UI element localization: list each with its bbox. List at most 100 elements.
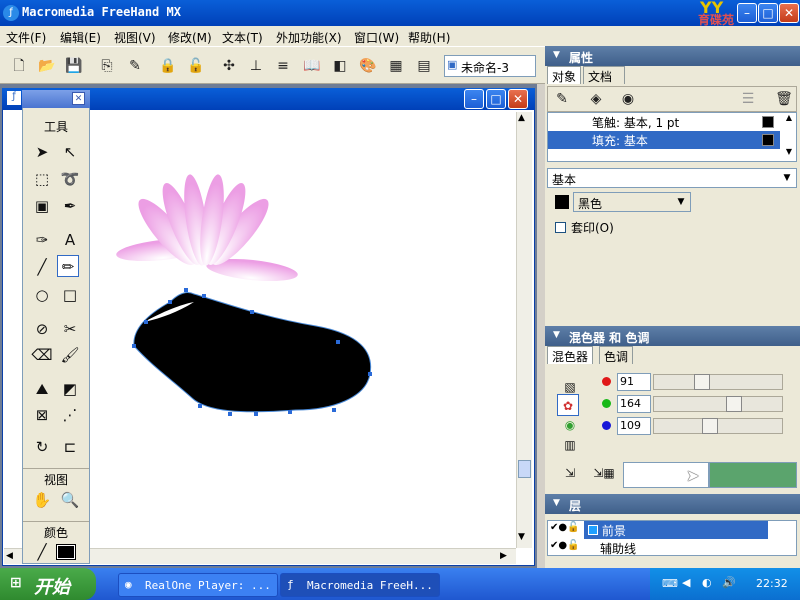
overprint-checkbox[interactable] [555, 222, 566, 233]
line-tool-icon[interactable]: ╱ [31, 256, 53, 278]
list-scroll-down-icon[interactable]: ▼ [782, 147, 796, 161]
fill-type-select[interactable]: 基本 ▼ [547, 168, 797, 188]
text-tool-icon[interactable]: A [59, 229, 81, 251]
scroll-up-icon[interactable]: ▲ [518, 113, 525, 123]
network-icon[interactable]: ◐ [702, 576, 712, 589]
doc-maximize-button[interactable]: □ [486, 89, 506, 109]
taskbar-item-freehand[interactable]: ƒ Macromedia FreeH... [280, 573, 440, 597]
stroke-row[interactable]: 笔触: 基本, 1 pt [548, 113, 778, 131]
start-button[interactable]: ⊞ 开始 [0, 568, 96, 600]
vertical-scrollbar[interactable]: ▲ ▼ [516, 112, 532, 548]
menu-help[interactable]: 帮助(H) [408, 29, 450, 46]
import-icon[interactable]: ⎘ [97, 56, 117, 76]
trace-tool-icon[interactable]: ▣ [31, 195, 53, 217]
open-folder-icon[interactable]: 📂 [37, 56, 57, 76]
save-icon[interactable]: 💾 [64, 56, 84, 76]
menu-xtras[interactable]: 外加功能(X) [276, 29, 342, 46]
fill-swatch[interactable] [762, 134, 774, 146]
menu-file[interactable]: 文件(F) [6, 29, 46, 46]
taskbar-item-realone[interactable]: ◉ RealOne Player: ... [118, 573, 278, 597]
transform-icon[interactable]: ✣ [219, 56, 239, 76]
add-to-grid-icon[interactable]: ⇲▦ [593, 462, 615, 484]
keyboard-icon[interactable]: ⌨ [662, 577, 678, 590]
scroll-thumb[interactable] [518, 460, 531, 478]
shadow-tool-icon[interactable]: ◩ [59, 378, 81, 400]
scroll-down-icon[interactable]: ▼ [518, 532, 525, 542]
zoom-tool-icon[interactable]: 🔍 [59, 489, 81, 511]
delete-attr-icon[interactable]: 🗑 [774, 89, 794, 109]
library-icon[interactable]: ◧ [330, 56, 350, 76]
layers-panel-header[interactable]: ▼ 层 [545, 494, 800, 514]
add-stroke-icon[interactable]: ✎ [552, 89, 572, 109]
volume-icon[interactable]: 🔊 [722, 576, 736, 589]
menu-text[interactable]: 文本(T) [222, 29, 263, 46]
tab-tints[interactable]: 色调 [599, 346, 634, 364]
tray-expand-icon[interactable]: ◀ [682, 576, 690, 589]
close-button[interactable]: ✕ [779, 3, 799, 23]
mixer-panel-header[interactable]: ▼ 混色器 和 色调 [545, 326, 800, 346]
fill-row[interactable]: 填充: 基本 [548, 131, 780, 149]
green-slider[interactable] [653, 396, 783, 412]
layer-row-guides[interactable]: 辅助线 [584, 539, 768, 557]
freeform-tool-icon[interactable]: ⊘ [31, 318, 53, 340]
envelope-tool-icon[interactable]: ⊠ [31, 404, 53, 426]
mixed-color-box[interactable] [709, 462, 797, 488]
tab-mixer[interactable]: 混色器 [547, 346, 594, 364]
menu-view[interactable]: 视图(V) [114, 29, 156, 46]
hand-tool-icon[interactable]: ✋ [31, 489, 53, 511]
blue-slider-thumb[interactable] [702, 418, 718, 434]
book-icon[interactable]: 📖 [302, 56, 322, 76]
page-tool-icon[interactable]: ⬚ [31, 168, 53, 190]
eraser-tool-icon[interactable]: ⌫ [31, 344, 53, 366]
color-palette-icon[interactable]: 🎨 [358, 56, 378, 76]
doc-minimize-button[interactable]: – [464, 89, 484, 109]
duplicate-attr-icon[interactable]: ☰ [738, 89, 758, 109]
minimize-button[interactable]: – [737, 3, 757, 23]
lasso-tool-icon[interactable]: ➰ [59, 168, 81, 190]
ellipse-tool-icon[interactable]: ○ [31, 284, 53, 306]
red-slider-thumb[interactable] [694, 374, 710, 390]
menu-modify[interactable]: 修改(M) [168, 29, 212, 46]
drawing-canvas[interactable] [92, 112, 516, 548]
list-scroll-up-icon[interactable]: ▲ [782, 113, 796, 127]
properties-panel-header[interactable]: ▼ 属性 [545, 46, 800, 66]
menu-edit[interactable]: 编辑(E) [60, 29, 101, 46]
fill-color-swatch[interactable] [56, 544, 76, 560]
add-to-swatches-icon[interactable]: ⇲ [559, 462, 581, 484]
blend-tool-icon[interactable]: ⛰ [31, 378, 53, 400]
document-name-field[interactable]: ▣ 未命名-3 [444, 55, 536, 77]
tab-object[interactable]: 对象 [547, 66, 582, 84]
maximize-button[interactable]: □ [758, 3, 778, 23]
hls-mode-icon[interactable]: ◉ [559, 414, 581, 436]
doc-close-button[interactable]: ✕ [508, 89, 528, 109]
pen-tool-icon[interactable]: ✑ [31, 229, 53, 251]
paragraph-icon[interactable]: ≡ [273, 56, 293, 76]
connector-tool-icon[interactable]: ⊏ [59, 436, 81, 458]
pencil-tool-icon[interactable]: ✏ [57, 255, 79, 277]
subselect-tool-icon[interactable]: ↖ [59, 141, 81, 163]
scroll-left-icon[interactable]: ◀ [6, 551, 13, 561]
tools-close-icon[interactable]: ✕ [72, 92, 85, 105]
rotate-tool-icon[interactable]: ↻ [31, 436, 53, 458]
layer-row-foreground[interactable]: 前景 [584, 521, 768, 539]
add-effect-icon[interactable]: ◉ [618, 89, 638, 109]
tools-panel-header[interactable]: ✕ [22, 90, 90, 108]
system-color-icon[interactable]: ▥ [559, 434, 581, 456]
scroll-right-icon[interactable]: ▶ [500, 551, 507, 561]
green-slider-thumb[interactable] [726, 396, 742, 412]
grid-icon[interactable]: ▦ [386, 56, 406, 76]
layer-visible-icon[interactable]: ✔●🔓 [550, 540, 580, 551]
pointer-tool-icon[interactable]: ➤ [31, 141, 53, 163]
new-document-icon[interactable]: 🗋 [9, 56, 29, 76]
stroke-swatch[interactable] [762, 116, 774, 128]
color-select[interactable]: 黑色 ▼ [573, 192, 691, 212]
layers-icon[interactable]: ▤ [414, 56, 434, 76]
red-slider[interactable] [653, 374, 783, 390]
stroke-color-icon[interactable]: ╱ [31, 541, 53, 563]
rgb-mode-icon[interactable]: ✿ [557, 394, 579, 416]
knife-tool-icon[interactable]: ✂ [59, 318, 81, 340]
scale-tool-icon[interactable]: ⋰ [59, 404, 81, 426]
rectangle-tool-icon[interactable]: □ [59, 284, 81, 306]
export-icon[interactable]: ✎ [125, 56, 145, 76]
tab-document[interactable]: 文档 [583, 66, 625, 84]
